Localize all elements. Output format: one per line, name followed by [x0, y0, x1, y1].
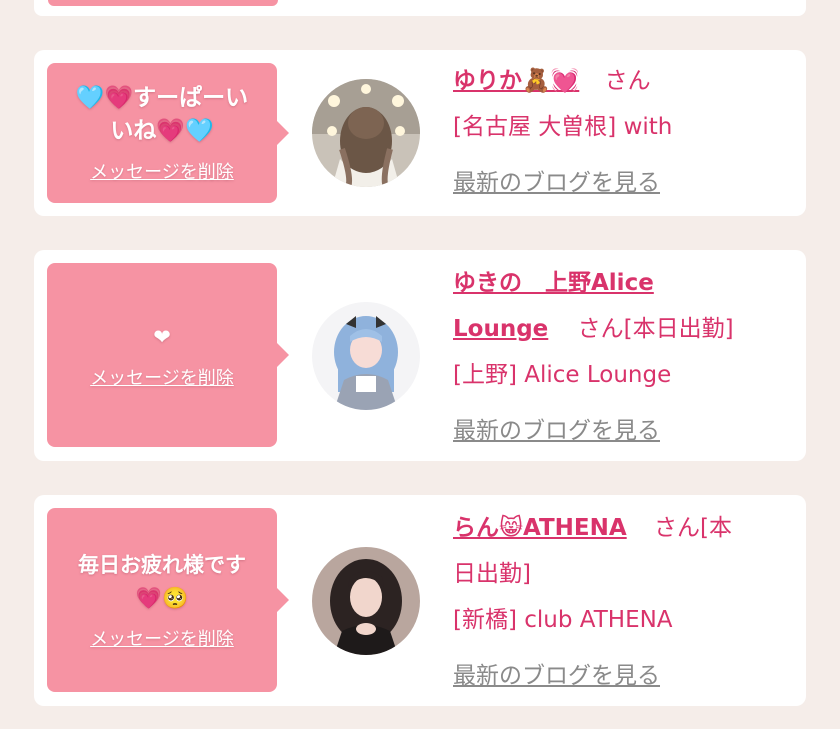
delete-message-link[interactable]: メッセージを削除 — [90, 364, 234, 390]
honorific-status: さん[本 — [654, 515, 732, 541]
message-card: 🩵💗すーぱーい いね💗🩵 メッセージを削除 ゆりか🧸💓 さん [名古屋 大曽根]… — [34, 50, 806, 216]
delete-message-link[interactable]: メッセージを削除 — [90, 158, 234, 184]
honorific-status-continued: 日出勤] — [453, 561, 531, 587]
avatar[interactable] — [312, 79, 420, 187]
shop-info: [新橋] club ATHENA — [453, 607, 673, 633]
previous-message-bubble — [48, 0, 278, 6]
avatar[interactable] — [312, 302, 420, 410]
avatar[interactable] — [312, 547, 420, 655]
honorific-status: さん[本日出勤] — [577, 316, 734, 342]
message-text: 🩵💗すーぱーい いね💗🩵 — [75, 85, 249, 144]
girl-dark-hair-photo-icon — [312, 547, 420, 655]
cast-name-link[interactable]: らん😸ATHENA — [453, 515, 627, 541]
message-card: 毎日お疲れ様です 💗🥺 メッセージを削除 らん😸ATHENA さん[本 日出勤]… — [34, 495, 806, 706]
shop-info: [上野] Alice Lounge — [453, 362, 672, 388]
message-bubble: 毎日お疲れ様です 💗🥺 メッセージを削除 — [47, 508, 289, 692]
latest-blog-link[interactable]: 最新のブログを見る — [453, 160, 660, 206]
shop-info: [名古屋 大曽根] with — [453, 114, 673, 140]
cast-name-link-continued[interactable]: Lounge — [453, 316, 548, 342]
girl-blue-hair-photo-icon — [312, 302, 420, 410]
cast-name-link[interactable]: ゆきの 上野Alice — [453, 270, 654, 296]
message-text: ❤ — [153, 324, 171, 349]
girl-back-hair-photo-icon — [312, 79, 420, 187]
latest-blog-link[interactable]: 最新のブログを見る — [453, 653, 660, 699]
delete-message-link[interactable]: メッセージを削除 — [90, 625, 234, 651]
message-bubble: ❤ メッセージを削除 — [47, 263, 289, 447]
message-bubble: 🩵💗すーぱーい いね💗🩵 メッセージを削除 — [47, 63, 289, 203]
honorific: さん — [604, 68, 651, 94]
latest-blog-link[interactable]: 最新のブログを見る — [453, 408, 660, 454]
cast-info: ゆきの 上野Alice Lounge さん[本日出勤] [上野] Alice L… — [453, 260, 788, 454]
cast-info: らん😸ATHENA さん[本 日出勤] [新橋] club ATHENA 最新の… — [453, 505, 788, 699]
cast-name-link[interactable]: ゆりか🧸💓 — [453, 68, 579, 94]
cast-info: ゆりか🧸💓 さん [名古屋 大曽根] with 最新のブログを見る — [453, 58, 788, 206]
message-text: 毎日お疲れ様です 💗🥺 — [78, 553, 246, 610]
message-card: ❤ メッセージを削除 ゆきの 上野Alice Lounge さん[本日出勤] [… — [34, 250, 806, 461]
previous-card-stub — [34, 0, 806, 16]
